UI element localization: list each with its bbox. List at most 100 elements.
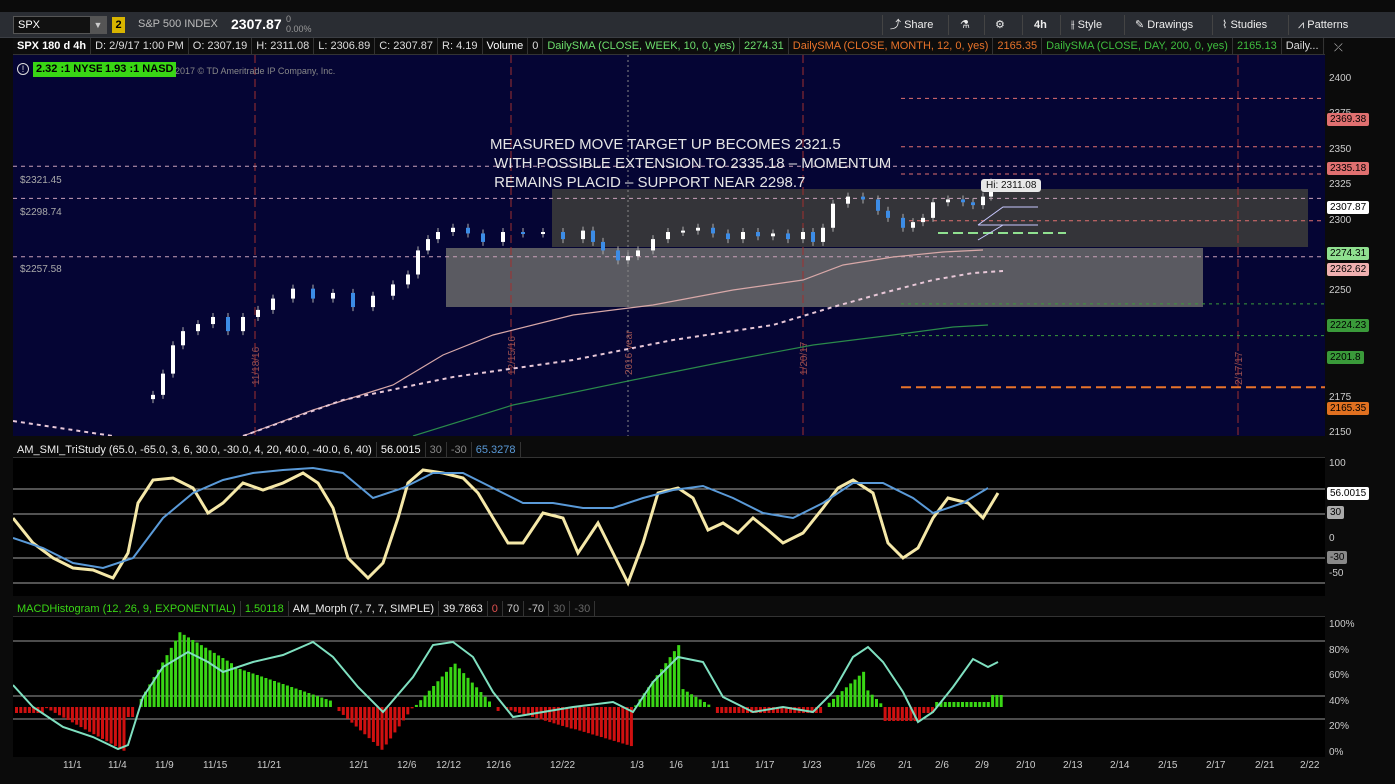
macd-histogram-bar <box>389 707 393 739</box>
macd-histogram-bar <box>122 707 126 751</box>
top-toolbar: SPX ▼ 2 S&P 500 INDEX 2307.87 0 0.00% ⤴ S… <box>0 12 1395 38</box>
macd-histogram-bar <box>982 702 986 707</box>
candle-body <box>681 230 685 233</box>
macd-histogram-bar <box>96 707 100 737</box>
macd-axis[interactable]: 100% 80% 60% 40% 20% 0% <box>1325 617 1395 758</box>
macd-histogram-bar <box>483 696 487 707</box>
macd-histogram-bar <box>53 707 57 713</box>
candle-body <box>226 316 230 332</box>
macd-panel[interactable] <box>12 617 1325 757</box>
macd-histogram-bar <box>49 707 53 711</box>
high-bubble: Hi: 2311.08 <box>981 179 1042 192</box>
smi-axis[interactable]: 100500-5056.001530-30 <box>1325 458 1395 596</box>
candle-body <box>846 196 850 204</box>
morph-value: 39.7863 <box>439 601 488 616</box>
price-tick: 2400 <box>1329 73 1352 84</box>
close-icon[interactable]: ⤫ <box>1334 40 1343 56</box>
candle-body <box>501 232 505 242</box>
style-button[interactable]: ⫲ Style <box>1071 17 1102 33</box>
candle-body <box>636 250 640 257</box>
more-studies-link[interactable]: Daily... <box>1282 38 1324 54</box>
studies-button[interactable]: ⌇ Studies <box>1222 17 1267 33</box>
candle-body <box>981 196 985 206</box>
macd-histogram-bar <box>79 707 83 728</box>
drawings-button[interactable]: ✎ Drawings <box>1135 17 1193 33</box>
date-tick: 1/3 <box>630 760 644 771</box>
macd-histogram-bar <box>217 655 221 707</box>
macd-histogram-bar <box>19 707 23 713</box>
macd-histogram-bar <box>260 676 264 707</box>
macd-histogram-bar <box>462 673 466 707</box>
macd-histogram-bar <box>694 696 698 707</box>
morph-param: 30 <box>549 601 571 616</box>
share-button[interactable]: ⤴ Share <box>890 17 933 33</box>
copyright: 2017 © TD Ameritrade IP Company, Inc. <box>175 66 336 76</box>
candle-body <box>521 232 525 235</box>
macd-histogram-bar <box>75 707 79 725</box>
gear-icon[interactable]: ⚙ <box>995 17 1005 33</box>
candle-body <box>466 227 470 234</box>
timeframe-button[interactable]: 4h <box>1034 17 1047 33</box>
candle-body <box>171 345 175 374</box>
price-chart-svg: 11/18/16 12/15/16 2016 year 1/20/17 2/17/17 <box>13 55 1325 436</box>
link-group-badge[interactable]: 2 <box>112 17 125 33</box>
price-tick: 2250 <box>1329 285 1352 297</box>
macd-histogram-bar <box>604 707 608 739</box>
smi-level-label: -30 <box>1327 551 1348 564</box>
macd-histogram-bar <box>986 702 990 707</box>
macd-histogram-bar <box>221 658 225 707</box>
sma-dotted-left <box>13 420 114 436</box>
divider <box>1060 15 1061 35</box>
date-tick: 11/15 <box>203 760 228 771</box>
flask-icon[interactable]: ⚗ <box>960 17 970 33</box>
macd-histogram-bar <box>969 702 973 707</box>
candle-body <box>921 217 925 223</box>
macd-histogram-bar <box>844 687 848 707</box>
macd-histogram-bar <box>715 707 719 713</box>
macd-histogram-bar <box>608 707 612 740</box>
macd-histogram-bar <box>191 639 195 707</box>
price-panel[interactable]: 11/18/16 12/15/16 2016 year 1/20/17 2/17/17 <box>13 55 1325 436</box>
morph-param: 70 <box>503 601 525 616</box>
macd-histogram-bar <box>883 707 887 721</box>
date-tick: 2/10 <box>1016 760 1036 771</box>
macd-title[interactable]: MACDHistogram (12, 26, 9, EXPONENTIAL) <box>13 601 241 616</box>
macd-histogram-bar <box>406 707 410 715</box>
price-tick: 2150 <box>1329 427 1352 438</box>
date-tick: 12/16 <box>486 760 512 771</box>
macd-histogram-bar <box>827 702 831 707</box>
macd-tick: 80% <box>1329 644 1350 656</box>
candle-body <box>616 250 620 261</box>
macd-histogram-bar <box>879 703 883 707</box>
macd-histogram-bar <box>285 685 289 707</box>
macd-histogram-bar <box>690 694 694 707</box>
date-tick: 1/11 <box>711 760 730 771</box>
date-tick: 11/9 <box>155 760 174 771</box>
date-tick: 2/21 <box>1255 760 1275 771</box>
smi-title[interactable]: AM_SMI_TriStudy (65.0, -65.0, 3, 6, 30.0… <box>13 442 377 457</box>
macd-histogram-bar <box>268 679 272 707</box>
smi-panel[interactable] <box>11 458 1325 596</box>
macd-histogram-bar <box>70 707 74 723</box>
morph-title[interactable]: AM_Morph (7, 7, 7, SIMPLE) <box>289 601 440 616</box>
info-icon[interactable]: ! <box>17 63 29 75</box>
candle-body <box>626 256 630 261</box>
patterns-icon: ⩘ <box>1298 19 1305 31</box>
date-axis[interactable]: 11/1 11/4 11/9 11/15 11/21 12/1 12/6 12/12 12/16… <box>13 757 1325 777</box>
patterns-button[interactable]: ⩘ Patterns <box>1298 17 1348 33</box>
candle-body <box>211 316 215 325</box>
vertical-marker-label: 2/17/17 <box>1234 351 1245 385</box>
candle-body <box>426 239 430 251</box>
divider <box>1212 15 1213 35</box>
date-tick: 2/1 <box>898 760 912 771</box>
candle-body <box>541 232 545 235</box>
price-level-label: 2274.31 <box>1327 247 1370 260</box>
macd-histogram-bar <box>918 707 921 721</box>
bar-range: R: 4.19 <box>438 38 483 54</box>
macd-histogram-bar <box>862 671 866 707</box>
macd-histogram-bar <box>457 668 461 707</box>
vertical-marker-label: 11/18/16 <box>251 346 262 385</box>
macd-histogram-bar <box>410 707 414 709</box>
price-axis[interactable]: 2400237523502325230022752250222522002175… <box>1325 55 1395 438</box>
chevron-down-icon[interactable]: ▼ <box>90 17 106 33</box>
